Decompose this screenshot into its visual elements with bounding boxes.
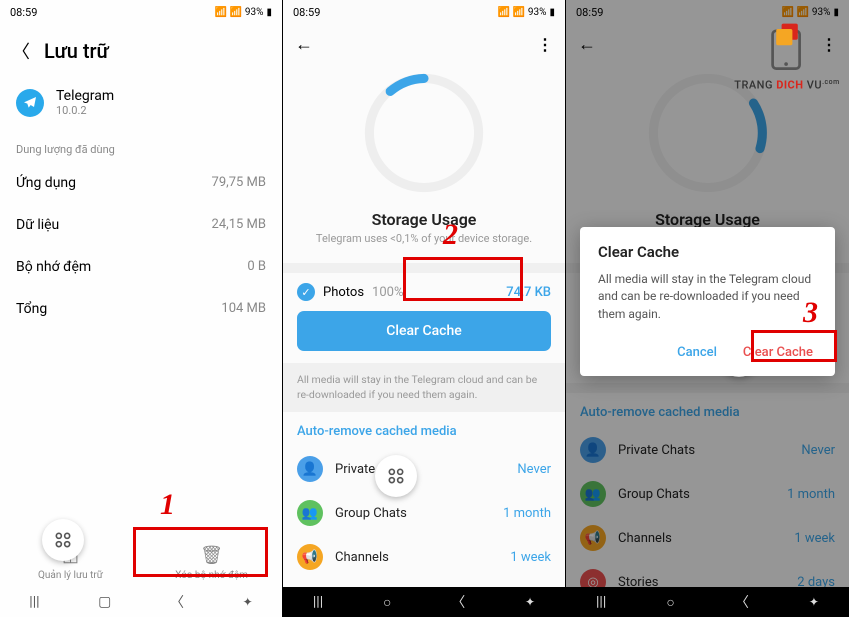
nav-bar: ||| ▢ 〈 ✦	[0, 587, 282, 617]
nav-recent[interactable]: |||	[596, 594, 606, 610]
logo-text: TRANG DICH VU.com	[732, 78, 842, 92]
usage-section: Storage Usage Telegram uses <0,1% of you…	[283, 64, 565, 263]
clear-cache-button[interactable]: 🗑 Xóa bộ nhớ đệm	[141, 539, 282, 587]
dialog-confirm-button[interactable]: Clear Cache	[739, 339, 817, 366]
telegram-icon	[16, 89, 44, 117]
auto-remove-row[interactable]: 👤Private ChatsNever	[297, 447, 551, 491]
photos-label: Photos	[323, 285, 364, 300]
section-label: Dung lượng đã dùng	[0, 133, 282, 162]
category-value: Never	[517, 462, 551, 477]
back-icon[interactable]: 〈	[12, 38, 30, 64]
trash-icon: 🗑	[200, 545, 223, 566]
storage-label: Bộ nhớ đệm	[16, 259, 91, 275]
storage-value: 24,15 MB	[212, 217, 266, 233]
usage-title: Storage Usage	[283, 210, 565, 229]
auto-remove-row[interactable]: 👥 Group Chats 1 month	[297, 491, 551, 535]
brand-logo: TRANG DICH VU.com	[732, 20, 842, 92]
nav-recent[interactable]: |||	[29, 594, 39, 610]
status-bar: 08:59 📶 📶 93%▮	[0, 0, 282, 24]
back-arrow-icon[interactable]: ←	[295, 34, 313, 55]
category-label: Group Chats	[335, 506, 407, 521]
logo-icon	[760, 20, 814, 74]
dialog-cancel-button[interactable]: Cancel	[673, 339, 721, 366]
clear-cache-main-button[interactable]: Clear Cache	[297, 311, 551, 351]
status-icons: 📶 📶 93%▮	[498, 7, 555, 18]
storage-row[interactable]: Dữ liệu 24,15 MB	[0, 204, 282, 246]
clear-section: ✓ Photos 100% 74,7 KB Clear Cache	[283, 273, 565, 363]
panel-confirm-dialog: 08:59 📶 📶 93%▮ ← ⋮ Storage Usage Telegra…	[566, 0, 849, 617]
storage-value: 0 B	[247, 259, 266, 275]
nav-home[interactable]: ○	[383, 594, 391, 611]
page-header: 〈 Lưu trữ	[0, 24, 282, 78]
clear-cache-label: Xóa bộ nhớ đệm	[175, 570, 248, 581]
photos-size: 74,7 KB	[506, 285, 551, 300]
storage-row[interactable]: Ứng dụng 79,75 MB	[0, 162, 282, 204]
clear-cache-dialog: Clear Cache All media will stay in the T…	[580, 227, 835, 376]
app-switcher-button[interactable]	[42, 519, 84, 561]
step-number-2: 2	[443, 218, 458, 252]
category-label: Channels	[335, 550, 389, 565]
usage-ring-icon	[359, 68, 489, 198]
category-value: 1 month	[503, 506, 551, 521]
storage-value: 79,75 MB	[212, 175, 266, 191]
storage-label: Tổng	[16, 301, 47, 317]
step-number-1: 1	[160, 488, 175, 522]
storage-label: Ứng dụng	[16, 175, 76, 191]
category-icon: 👤	[297, 456, 323, 482]
nav-accessibility[interactable]: ✦	[525, 595, 535, 609]
nav-accessibility[interactable]: ✦	[809, 595, 819, 609]
status-time: 08:59	[293, 6, 320, 19]
step-number-3: 3	[803, 296, 818, 330]
photos-percent: 100%	[372, 285, 403, 300]
dialog-body: All media will stay in the Telegram clou…	[598, 271, 817, 323]
photos-row[interactable]: ✓ Photos 100% 74,7 KB	[297, 283, 551, 301]
nav-bar: ||| ○ 〈 ✦	[566, 587, 849, 617]
nav-back[interactable]: 〈	[735, 592, 749, 612]
dialog-title: Clear Cache	[598, 243, 817, 261]
status-icons: 📶 📶 93%▮	[215, 7, 272, 18]
storage-value: 104 MB	[221, 301, 266, 317]
app-version: 10.0.2	[56, 104, 114, 117]
usage-subtitle: Telegram uses <0,1% of your device stora…	[283, 232, 565, 245]
app-switcher-button[interactable]	[375, 455, 417, 497]
clear-note: All media will stay in the Telegram clou…	[283, 363, 565, 412]
nav-home[interactable]: ▢	[98, 594, 111, 610]
nav-back[interactable]: 〈	[451, 592, 465, 612]
manage-storage-label: Quản lý lưu trữ	[38, 570, 103, 581]
nav-home[interactable]: ○	[666, 594, 674, 611]
storage-label: Dữ liệu	[16, 217, 59, 233]
category-icon: 📢	[297, 544, 323, 570]
status-bar: 08:59 📶 📶 93%▮	[283, 0, 565, 24]
storage-row[interactable]: Tổng 104 MB	[0, 288, 282, 330]
category-icon: 👥	[297, 500, 323, 526]
storage-row[interactable]: Bộ nhớ đệm 0 B	[0, 246, 282, 288]
nav-recent[interactable]: |||	[313, 594, 323, 610]
nav-back[interactable]: 〈	[170, 592, 184, 612]
app-info-row: Telegram 10.0.2	[0, 78, 282, 133]
status-time: 08:59	[10, 6, 37, 19]
app-name: Telegram	[56, 88, 114, 104]
panel-storage-settings: 08:59 📶 📶 93%▮ 〈 Lưu trữ Telegram 10.0.2…	[0, 0, 283, 617]
auto-remove-header: Auto-remove cached media	[297, 418, 551, 447]
check-icon: ✓	[297, 283, 315, 301]
category-value: 1 week	[510, 550, 551, 565]
auto-remove-row[interactable]: 📢 Channels 1 week	[297, 535, 551, 579]
panel-storage-usage: 08:59 📶 📶 93%▮ ← ⋮ Storage Usage Telegra…	[283, 0, 566, 617]
menu-icon[interactable]: ⋮	[537, 35, 553, 54]
nav-accessibility[interactable]: ✦	[243, 595, 253, 609]
page-title: Lưu trữ	[44, 39, 109, 63]
nav-bar: ||| ○ 〈 ✦	[283, 587, 565, 617]
top-bar: ← ⋮	[283, 24, 565, 64]
